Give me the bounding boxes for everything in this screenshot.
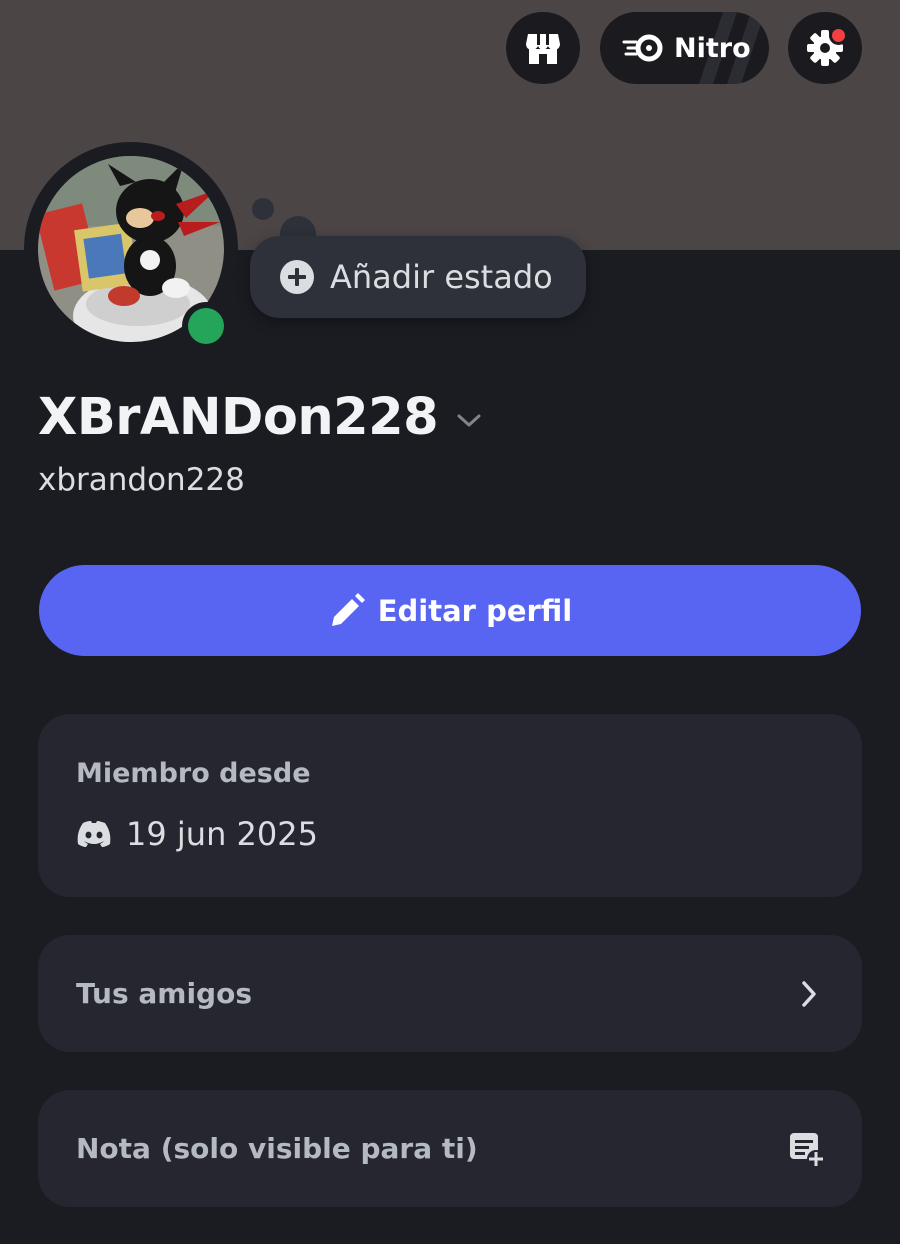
chevron-right-icon [802,980,816,1007]
plus-circle-icon [280,260,314,294]
settings-button[interactable] [788,12,862,84]
notification-dot [832,29,845,42]
note-row[interactable]: Nota (solo visible para ti) [38,1090,862,1207]
pencil-icon [331,592,365,626]
your-friends-row[interactable]: Tus amigos [38,935,862,1052]
display-name-row[interactable]: XBrANDon228 [38,388,482,447]
chevron-down-icon [457,414,481,426]
your-friends-label: Tus amigos [76,977,252,1010]
display-name: XBrANDon228 [38,388,439,447]
edit-profile-button[interactable]: Editar perfil [39,565,861,656]
nitro-button[interactable]: Nitro [600,12,769,84]
edit-profile-label: Editar perfil [377,593,573,628]
member-since-title: Miembro desde [76,758,311,789]
note-label: Nota (solo visible para ti) [76,1132,478,1165]
note-add-icon [790,1132,825,1168]
nitro-label: Nitro [674,32,751,64]
member-since-card: Miembro desde 19 jun 2025 [38,714,862,897]
add-status-label: Añadir estado [330,258,553,296]
nitro-icon [622,34,663,62]
member-since-date: 19 jun 2025 [126,815,318,853]
add-status-button[interactable]: Añadir estado [250,236,586,318]
username: xbrandon228 [38,462,245,498]
online-status-indicator [188,308,224,344]
member-since-row: 19 jun 2025 [76,815,862,853]
shop-button[interactable] [506,12,580,84]
shop-icon [526,34,560,64]
thought-dot-small [252,198,274,220]
discord-icon [77,821,111,847]
